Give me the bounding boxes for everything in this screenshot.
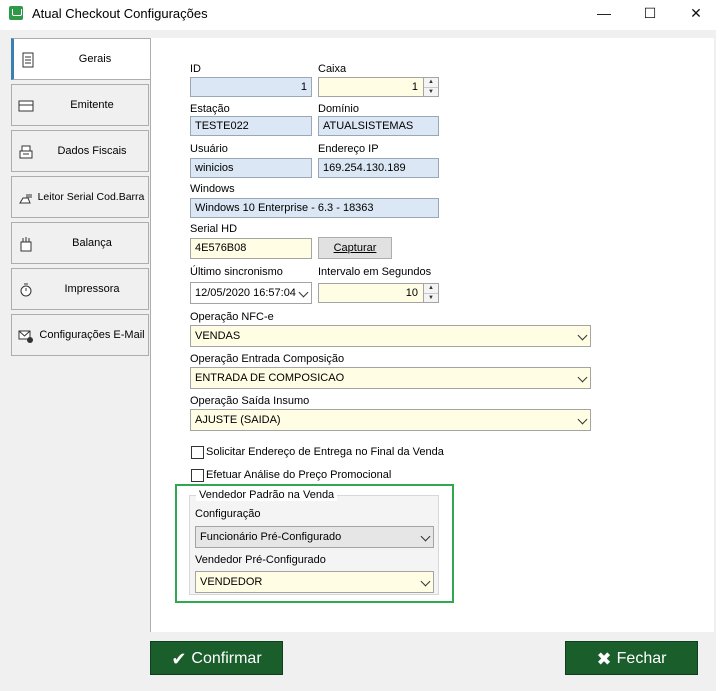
vendedor-group-title: Vendedor Padrão na Venda — [196, 489, 338, 501]
tab-impressora[interactable]: Impressora — [11, 268, 149, 310]
confirmar-button[interactable]: ✔ Confirmar — [150, 641, 283, 675]
configuracao-value: Funcionário Pré-Configurado — [200, 531, 342, 543]
document-icon — [22, 52, 34, 68]
operacao-entrada-select[interactable]: ENTRADA DE COMPOSICAO — [190, 367, 591, 389]
check-icon: ✔ — [171, 649, 187, 669]
vendedor-select[interactable]: VENDEDOR — [195, 571, 434, 593]
serial-hd-field[interactable]: 4E576B08 — [190, 238, 312, 259]
operacao-saida-select[interactable]: AJUSTE (SAIDA) — [190, 409, 591, 431]
tab-label: Gerais — [78, 53, 112, 65]
operacao-nfce-select[interactable]: VENDAS — [190, 325, 591, 347]
operacao-saida-label: Operação Saída Insumo — [190, 395, 310, 407]
estacao-label: Estação — [190, 103, 230, 115]
vendedor-value: VENDEDOR — [200, 576, 263, 588]
chk-preco-promocional-label[interactable]: Efetuar Análise do Preço Promocional — [206, 469, 391, 481]
spin-up-icon[interactable]: ▲ — [424, 284, 438, 294]
window-edge — [716, 30, 721, 691]
chevron-down-icon — [577, 414, 588, 425]
endereco-ip-label: Endereço IP — [318, 143, 379, 155]
capturar-label: Capturar — [333, 242, 377, 254]
usuario-field[interactable]: winicios — [190, 158, 312, 178]
confirmar-label: Confirmar — [191, 650, 262, 667]
fechar-label: Fechar — [616, 650, 667, 667]
chk-endereco-entrega[interactable] — [191, 446, 204, 459]
operacao-entrada-label: Operação Entrada Composição — [190, 353, 345, 365]
tab-label: Emitente — [70, 99, 114, 111]
chk-preco-promocional[interactable] — [191, 469, 204, 482]
usuario-label: Usuário — [190, 143, 228, 155]
caixa-label: Caixa — [318, 63, 347, 75]
app-cart-icon — [9, 6, 23, 20]
caixa-spinner[interactable]: 1 ▲ ▼ — [318, 77, 439, 97]
chevron-down-icon — [420, 531, 431, 542]
tab-emitente[interactable]: Emitente — [11, 84, 149, 126]
barcode-scanner-icon — [19, 194, 32, 204]
register-icon — [19, 145, 33, 159]
windows-label: Windows — [190, 183, 235, 195]
spin-down-icon[interactable]: ▼ — [424, 88, 438, 96]
title-bar: Atual Checkout Configurações — ☐ ✕ — [0, 0, 721, 30]
tab-balanca[interactable]: Balança — [11, 222, 149, 264]
maximize-button[interactable]: ☐ — [627, 0, 673, 30]
spin-up-icon[interactable]: ▲ — [424, 78, 438, 88]
scale-icon — [20, 237, 32, 252]
chevron-down-icon — [577, 330, 588, 341]
ultimo-sincronismo-label: Último sincronismo — [190, 266, 283, 278]
capturar-button[interactable]: Capturar — [318, 237, 392, 259]
intervalo-spinner[interactable]: 10 ▲ ▼ — [318, 283, 439, 303]
dominio-field[interactable]: ATUALSISTEMAS — [318, 116, 439, 136]
fechar-button[interactable]: ✖ Fechar — [565, 641, 698, 675]
vendedor-label: Vendedor Pré-Configurado — [195, 554, 326, 566]
tab-label: Impressora — [64, 283, 120, 295]
id-field[interactable]: 1 — [190, 77, 312, 97]
minimize-button[interactable]: — — [581, 0, 627, 30]
tab-label: Configurações E-Mail — [39, 329, 145, 341]
close-button[interactable]: ✕ — [673, 0, 719, 30]
tab-label: Dados Fiscais — [57, 145, 127, 157]
operacao-saida-value: AJUSTE (SAIDA) — [195, 414, 281, 426]
caixa-spin-buttons[interactable]: ▲ ▼ — [423, 78, 438, 96]
caixa-value: 1 — [411, 81, 418, 93]
serial-hd-label: Serial HD — [190, 223, 238, 235]
intervalo-value: 10 — [405, 287, 418, 299]
dominio-label: Domínio — [318, 103, 359, 115]
estacao-field[interactable]: TESTE022 — [190, 116, 312, 136]
operacao-nfce-value: VENDAS — [195, 330, 241, 342]
chk-endereco-entrega-label[interactable]: Solicitar Endereço de Entrega no Final d… — [206, 446, 444, 458]
card-icon — [18, 100, 34, 112]
windows-field[interactable]: Windows 10 Enterprise - 6.3 - 18363 — [190, 198, 439, 218]
operacao-entrada-value: ENTRADA DE COMPOSICAO — [195, 372, 345, 384]
configuracao-select[interactable]: Funcionário Pré-Configurado — [195, 526, 434, 548]
chevron-down-icon — [420, 576, 431, 587]
spin-down-icon[interactable]: ▼ — [424, 294, 438, 302]
ultimo-sincronismo-picker[interactable]: 12/05/2020 16:57:04 — [190, 282, 312, 304]
chevron-down-icon[interactable] — [298, 287, 309, 298]
operacao-nfce-label: Operação NFC-e — [190, 311, 274, 323]
window-title: Atual Checkout Configurações — [32, 6, 208, 21]
tab-label: Leitor Serial Cod.Barra — [37, 191, 145, 203]
chevron-down-icon — [577, 372, 588, 383]
printer-icon — [20, 283, 32, 297]
email-settings-icon — [18, 330, 33, 343]
intervalo-spin-buttons[interactable]: ▲ ▼ — [423, 284, 438, 302]
ultimo-sincronismo-value: 12/05/2020 16:57:04 — [195, 287, 296, 299]
intervalo-label: Intervalo em Segundos — [318, 266, 432, 278]
endereco-ip-field[interactable]: 169.254.130.189 — [318, 158, 439, 178]
tab-label: Balança — [72, 237, 112, 249]
x-icon: ✖ — [596, 649, 612, 669]
tab-leitor-serial[interactable]: Leitor Serial Cod.Barra — [11, 176, 149, 218]
tab-configuracoes-email[interactable]: Configurações E-Mail — [11, 314, 149, 356]
id-label: ID — [190, 63, 201, 75]
tab-dados-fiscais[interactable]: Dados Fiscais — [11, 130, 149, 172]
configuracao-label: Configuração — [195, 508, 261, 520]
tab-gerais[interactable]: Gerais — [11, 38, 152, 80]
